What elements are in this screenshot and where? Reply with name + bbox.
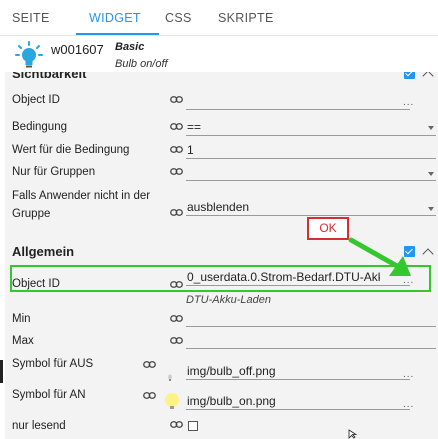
readonly-checkbox[interactable]	[188, 421, 198, 431]
link-icon[interactable]	[143, 361, 156, 368]
section-title-general: Allgemein	[12, 244, 75, 259]
bulb-off-preview-icon	[168, 374, 172, 381]
label-if-not-in-group-line2: Gruppe	[12, 208, 51, 220]
chevron-down-icon[interactable]	[428, 126, 434, 130]
condition-value-input[interactable]	[186, 141, 436, 159]
widget-set: Basic	[115, 41, 145, 53]
ok-annotation: OK	[307, 217, 349, 240]
widget-id: w001607	[51, 42, 104, 57]
max-input[interactable]	[186, 331, 436, 349]
link-icon[interactable]	[170, 168, 183, 175]
label-condition-value: Wert für die Bedingung	[12, 144, 130, 156]
link-icon[interactable]	[170, 123, 183, 130]
link-icon[interactable]	[170, 146, 183, 153]
editor-edge	[0, 360, 3, 383]
browse-dots[interactable]: ...	[403, 97, 414, 108]
tab-css[interactable]: CSS	[165, 11, 192, 25]
symbol-off-value: img/bulb_off.png	[187, 364, 276, 378]
tab-widget[interactable]: WIDGET	[89, 11, 141, 25]
tab-seite[interactable]: SEITE	[12, 11, 50, 25]
label-visibility-object-id: Object ID	[12, 94, 60, 106]
tab-bar: SEITE WIDGET CSS SKRIPTE	[0, 0, 438, 36]
label-min: Min	[12, 313, 31, 325]
link-icon[interactable]	[170, 337, 183, 344]
min-input[interactable]	[186, 309, 436, 327]
chevron-down-icon[interactable]	[428, 207, 434, 211]
label-max: Max	[12, 335, 34, 347]
bulb-icon	[15, 41, 43, 68]
groups-only-select[interactable]	[186, 163, 436, 181]
label-readonly: nur lesend	[12, 420, 66, 432]
link-icon[interactable]	[170, 96, 183, 103]
arrow-annotation	[348, 237, 411, 276]
condition-value-text: 1	[187, 143, 194, 157]
chevron-down-icon[interactable]	[428, 172, 434, 176]
if-not-in-group-value: ausblenden	[187, 200, 250, 214]
symbol-on-value: img/bulb_on.png	[187, 394, 276, 408]
tab-skripte[interactable]: SKRIPTE	[218, 11, 274, 25]
link-icon[interactable]	[143, 392, 156, 399]
widget-type: Bulb on/off	[115, 58, 168, 70]
link-icon[interactable]	[170, 315, 183, 322]
label-condition: Bedingung	[12, 121, 67, 133]
label-groups-only: Nur für Gruppen	[12, 166, 96, 178]
condition-select[interactable]	[186, 118, 436, 136]
browse-dots[interactable]: ...	[403, 399, 414, 410]
label-if-not-in-group-line1: Falls Anwender nicht in der	[12, 190, 151, 202]
link-icon[interactable]	[170, 421, 183, 428]
label-symbol-on: Symbol für AN	[12, 389, 86, 401]
condition-value: ==	[187, 120, 202, 134]
cursor-icon	[348, 429, 358, 439]
visibility-object-id-field[interactable]	[186, 92, 410, 110]
active-tab-indicator	[76, 33, 159, 35]
object-id-hint: DTU-Akku-Laden	[186, 294, 271, 306]
browse-dots[interactable]: ...	[403, 369, 414, 380]
link-icon[interactable]	[170, 209, 183, 216]
label-symbol-off: Symbol für AUS	[12, 358, 94, 370]
bulb-on-preview-icon	[165, 393, 179, 409]
